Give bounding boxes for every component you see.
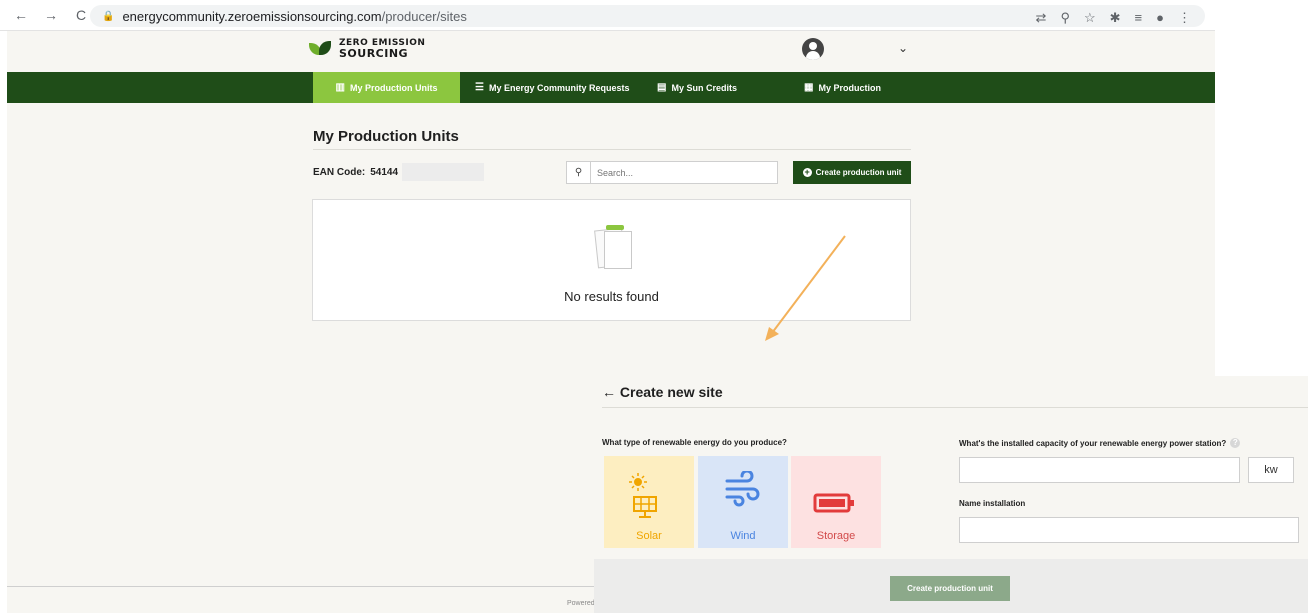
submit-create-production-unit-button[interactable]: Create production unit (890, 576, 1010, 601)
capacity-input[interactable] (959, 457, 1240, 483)
energy-type-solar[interactable]: Solar (604, 456, 694, 548)
create-site-panel: ← Create new site What type of renewable… (594, 376, 1308, 613)
profile-icon[interactable]: ● (1156, 10, 1164, 26)
tile-label: Solar (636, 530, 662, 542)
name-installation-label: Name installation (959, 499, 1026, 508)
reload-icon[interactable]: C (70, 7, 92, 23)
extensions-icon[interactable]: ✱ (1110, 10, 1121, 26)
tile-label: Wind (730, 530, 756, 542)
battery-icon (813, 493, 854, 513)
solar-panel-icon (629, 473, 657, 518)
create-site-title[interactable]: ← Create new site (602, 384, 723, 400)
browser-toolbar: ← → C 🔒 energycommunity.zeroemissionsour… (0, 0, 1215, 31)
back-icon[interactable]: ← (10, 7, 32, 23)
divider (602, 407, 1308, 408)
capacity-question: What's the installed capacity of your re… (959, 438, 1241, 448)
reading-list-icon[interactable]: ≡ (1135, 10, 1143, 26)
wind-icon (725, 471, 760, 507)
name-installation-input[interactable] (959, 517, 1299, 543)
translate-icon[interactable]: ⇄ (1036, 10, 1047, 26)
energy-type-question: What type of renewable energy do you pro… (602, 438, 787, 447)
capacity-unit: kw (1248, 457, 1294, 483)
energy-type-storage[interactable]: Storage (791, 456, 881, 548)
url-text: energycommunity.zeroemissionsourcing.com… (122, 8, 467, 24)
help-icon[interactable]: ? (1230, 438, 1241, 448)
tile-label: Storage (816, 530, 856, 542)
energy-type-wind[interactable]: Wind (698, 456, 788, 548)
footer-divider (7, 586, 602, 587)
lock-icon: 🔒 (102, 10, 115, 22)
zoom-icon[interactable]: ⚲ (1060, 10, 1070, 26)
back-arrow-icon[interactable]: ← (602, 384, 616, 400)
menu-icon[interactable]: ⋮ (1178, 10, 1191, 26)
star-icon[interactable]: ☆ (1084, 10, 1096, 26)
address-bar[interactable]: 🔒 energycommunity.zeroemissionsourcing.c… (90, 5, 1205, 27)
forward-icon[interactable]: → (40, 7, 62, 23)
